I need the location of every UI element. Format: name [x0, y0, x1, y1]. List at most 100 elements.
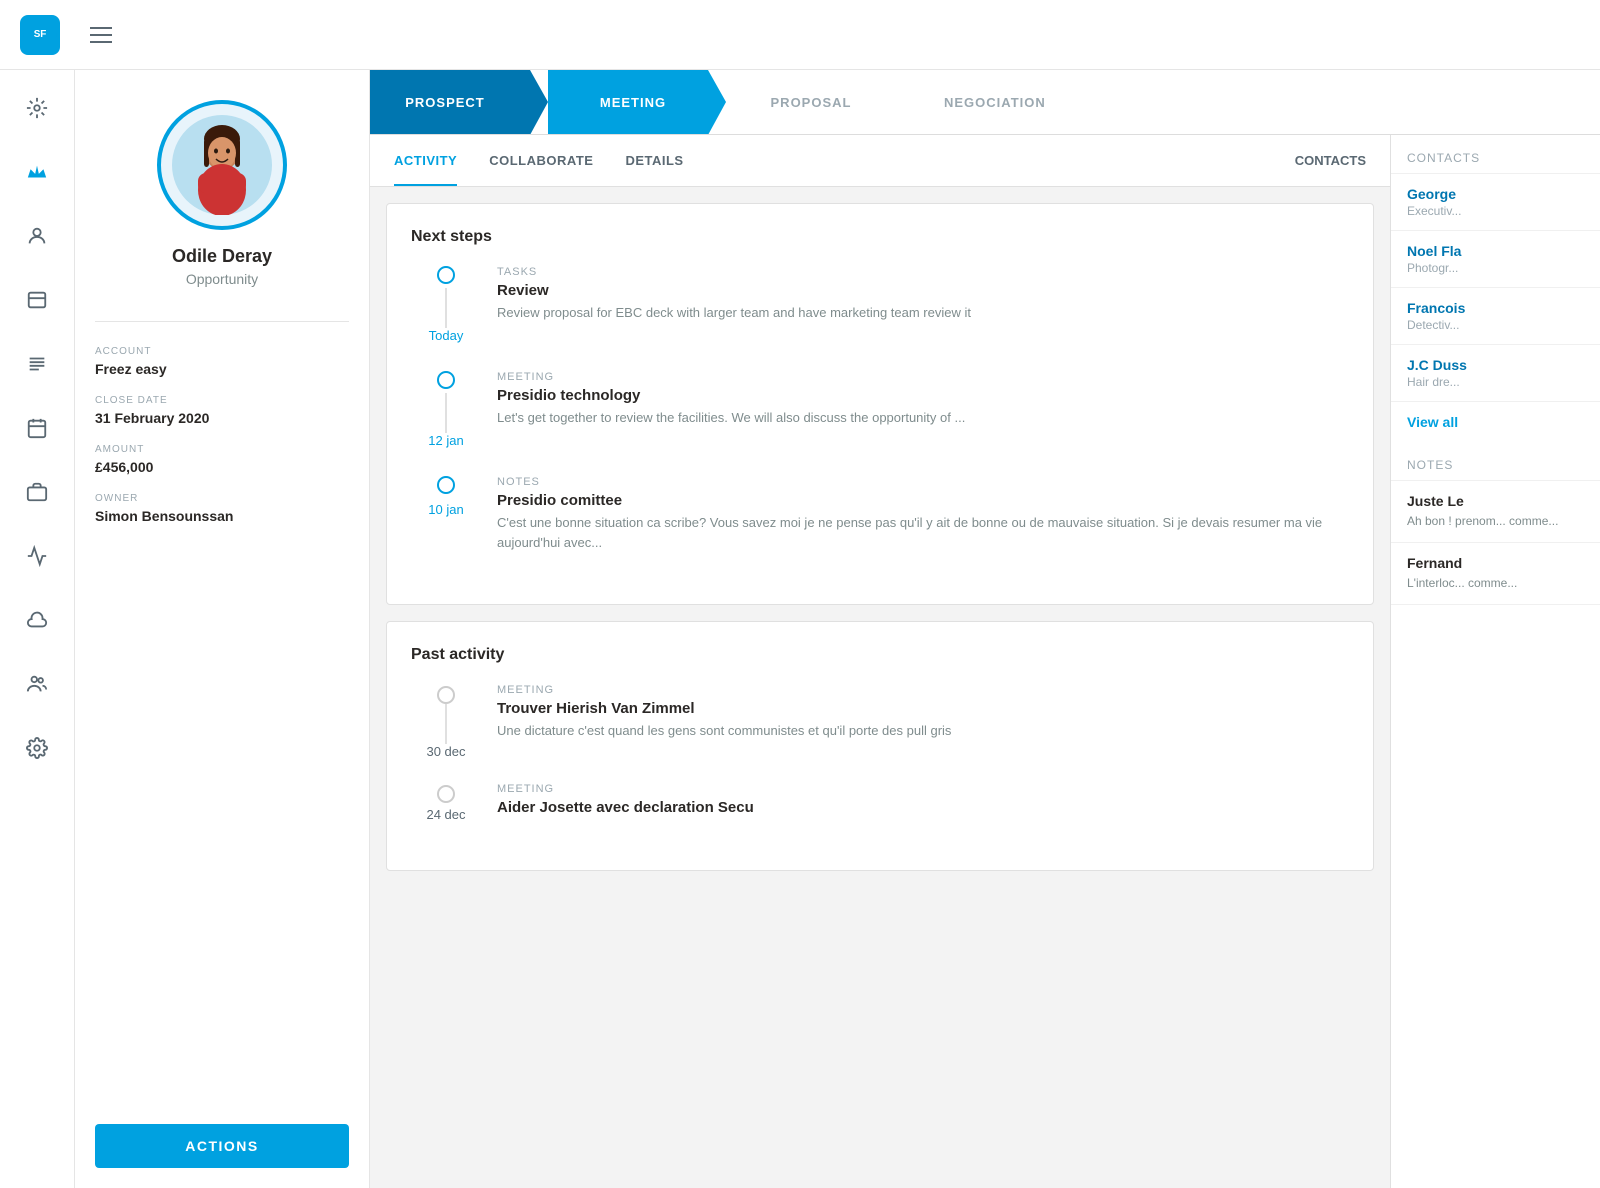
main-content: PROSPECT MEETING PROPOSAL NEGOCIATION AC… — [370, 70, 1600, 1188]
past-title-2: Aider Josette avec declaration Secu — [497, 799, 1349, 816]
next-steps-title: Next steps — [411, 228, 1349, 246]
past-content-1: MEETING Trouver Hierish Van Zimmel Une d… — [497, 684, 1349, 759]
timeline-content-3: NOTES Presidio comittee C'est une bonne … — [497, 476, 1349, 552]
owner-value: Simon Bensounssan — [95, 508, 349, 524]
past-item-30dec: 30 dec MEETING Trouver Hierish Van Zimme… — [411, 684, 1349, 759]
timeline-item-today: Today TASKS Review Review proposal for E… — [411, 266, 1349, 343]
timeline-desc-2: Let's get together to review the facilit… — [497, 408, 1349, 428]
next-steps-card: Next steps Today TASKS Review Review pro… — [386, 203, 1374, 605]
middle-panel: ACTIVITY COLLABORATE DETAILS CONTACTS Ne… — [370, 135, 1390, 1188]
nav-cloud-icon[interactable] — [19, 602, 55, 638]
timeline-desc-3: C'est une bonne situation ca scribe? Vou… — [497, 513, 1349, 552]
note-desc-juste: Ah bon ! prenom... comme... — [1407, 513, 1584, 530]
tab-contacts-right: CONTACTS — [1295, 153, 1366, 168]
nav-person-icon[interactable] — [19, 218, 55, 254]
contact-role-george: Executiv... — [1407, 204, 1584, 218]
past-activity-title: Past activity — [411, 646, 1349, 664]
nav-calendar-icon[interactable] — [19, 410, 55, 446]
timeline-line-1 — [445, 288, 447, 328]
timeline-content-2: MEETING Presidio technology Let's get to… — [497, 371, 1349, 448]
account-label: ACCOUNT — [95, 346, 349, 357]
timeline-date-1: Today — [429, 328, 464, 343]
hamburger-menu[interactable] — [90, 27, 112, 43]
avatar — [157, 100, 287, 230]
timeline-type-1: TASKS — [497, 266, 1349, 278]
past-dot-1 — [437, 686, 455, 704]
nav-settings-icon[interactable] — [19, 730, 55, 766]
timeline-item-10jan: 10 jan NOTES Presidio comittee C'est une… — [411, 476, 1349, 552]
timeline-title-2: Presidio technology — [497, 387, 1349, 404]
timeline-line-2 — [445, 393, 447, 433]
contact-item-francois[interactable]: Francois Detectiv... — [1391, 288, 1600, 345]
contact-role-francois: Detectiv... — [1407, 318, 1584, 332]
contact-role: Opportunity — [186, 271, 258, 287]
past-activity-card: Past activity 30 dec MEETING Trouver Hie… — [386, 621, 1374, 871]
past-type-2: MEETING — [497, 783, 1349, 795]
stage-negociation[interactable]: NEGOCIATION — [904, 70, 1076, 134]
contacts-section-title: CONTACTS — [1391, 135, 1600, 174]
timeline-date-3: 10 jan — [428, 502, 463, 517]
nav-inbox-icon[interactable] — [19, 282, 55, 318]
contact-role-jc: Hair dre... — [1407, 375, 1584, 389]
pipeline: PROSPECT MEETING PROPOSAL NEGOCIATION — [370, 70, 1600, 135]
nav-briefcase-icon[interactable] — [19, 474, 55, 510]
timeline-desc-1: Review proposal for EBC deck with larger… — [497, 303, 1349, 323]
stage-proposal[interactable]: PROPOSAL — [726, 70, 886, 134]
timeline-dot-2 — [437, 371, 455, 389]
timeline-type-3: NOTES — [497, 476, 1349, 488]
view-all-button[interactable]: View all — [1391, 402, 1600, 442]
divider-1 — [95, 321, 349, 322]
stage-prospect[interactable]: PROSPECT — [370, 70, 530, 134]
note-item-fernand: Fernand L'interloc... comme... — [1391, 543, 1600, 605]
amount-label: AMOUNT — [95, 444, 349, 455]
nav-list-icon[interactable] — [19, 346, 55, 382]
content-area: ACTIVITY COLLABORATE DETAILS CONTACTS Ne… — [370, 135, 1600, 1188]
note-name-juste: Juste Le — [1407, 493, 1584, 509]
tabs: ACTIVITY COLLABORATE DETAILS CONTACTS — [370, 135, 1390, 187]
timeline-title-1: Review — [497, 282, 1349, 299]
contact-item-george[interactable]: George Executiv... — [1391, 174, 1600, 231]
top-bar: SF — [0, 0, 1600, 70]
stage-meeting[interactable]: MEETING — [548, 70, 708, 134]
past-item-24dec: 24 dec MEETING Aider Josette avec declar… — [411, 783, 1349, 822]
timeline-date-2: 12 jan — [428, 433, 463, 448]
contact-name: Odile Deray — [172, 246, 272, 267]
timeline-title-3: Presidio comittee — [497, 492, 1349, 509]
tab-activity[interactable]: ACTIVITY — [394, 137, 457, 186]
timeline-item-12jan: 12 jan MEETING Presidio technology Let's… — [411, 371, 1349, 448]
past-content-2: MEETING Aider Josette avec declaration S… — [497, 783, 1349, 822]
close-date-value: 31 February 2020 — [95, 410, 349, 426]
contact-name-noel: Noel Fla — [1407, 243, 1584, 259]
tab-details[interactable]: DETAILS — [625, 137, 683, 186]
timeline-dot-1 — [437, 266, 455, 284]
past-date-1: 30 dec — [426, 744, 465, 759]
contact-item-noel[interactable]: Noel Fla Photogr... — [1391, 231, 1600, 288]
past-title-1: Trouver Hierish Van Zimmel — [497, 700, 1349, 717]
nav-people-icon[interactable] — [19, 666, 55, 702]
past-line-1 — [445, 704, 447, 744]
past-dot-2 — [437, 785, 455, 803]
timeline-dot-3 — [437, 476, 455, 494]
contact-name-george: George — [1407, 186, 1584, 202]
timeline-type-2: MEETING — [497, 371, 1349, 383]
left-panel: Odile Deray Opportunity ACCOUNT Freez ea… — [75, 70, 370, 1188]
owner-label: OWNER — [95, 493, 349, 504]
nav-home-icon[interactable] — [19, 90, 55, 126]
nav-chart-icon[interactable] — [19, 538, 55, 574]
contact-name-jc: J.C Duss — [1407, 357, 1584, 373]
past-date-2: 24 dec — [426, 807, 465, 822]
note-name-fernand: Fernand — [1407, 555, 1584, 571]
actions-button[interactable]: ACTIONS — [95, 1124, 349, 1168]
salesforce-logo[interactable]: SF — [20, 15, 60, 55]
contact-item-jc[interactable]: J.C Duss Hair dre... — [1391, 345, 1600, 402]
close-date-label: CLOSE DATE — [95, 395, 349, 406]
note-desc-fernand: L'interloc... comme... — [1407, 575, 1584, 592]
tab-collaborate[interactable]: COLLABORATE — [489, 137, 593, 186]
right-panel: CONTACTS George Executiv... Noel Fla Pho… — [1390, 135, 1600, 1188]
nav-crown-icon[interactable] — [19, 154, 55, 190]
past-desc-1: Une dictature c'est quand les gens sont … — [497, 721, 1349, 741]
contact-role-noel: Photogr... — [1407, 261, 1584, 275]
timeline-content-1: TASKS Review Review proposal for EBC dec… — [497, 266, 1349, 343]
amount-value: £456,000 — [95, 459, 349, 475]
contact-name-francois: Francois — [1407, 300, 1584, 316]
